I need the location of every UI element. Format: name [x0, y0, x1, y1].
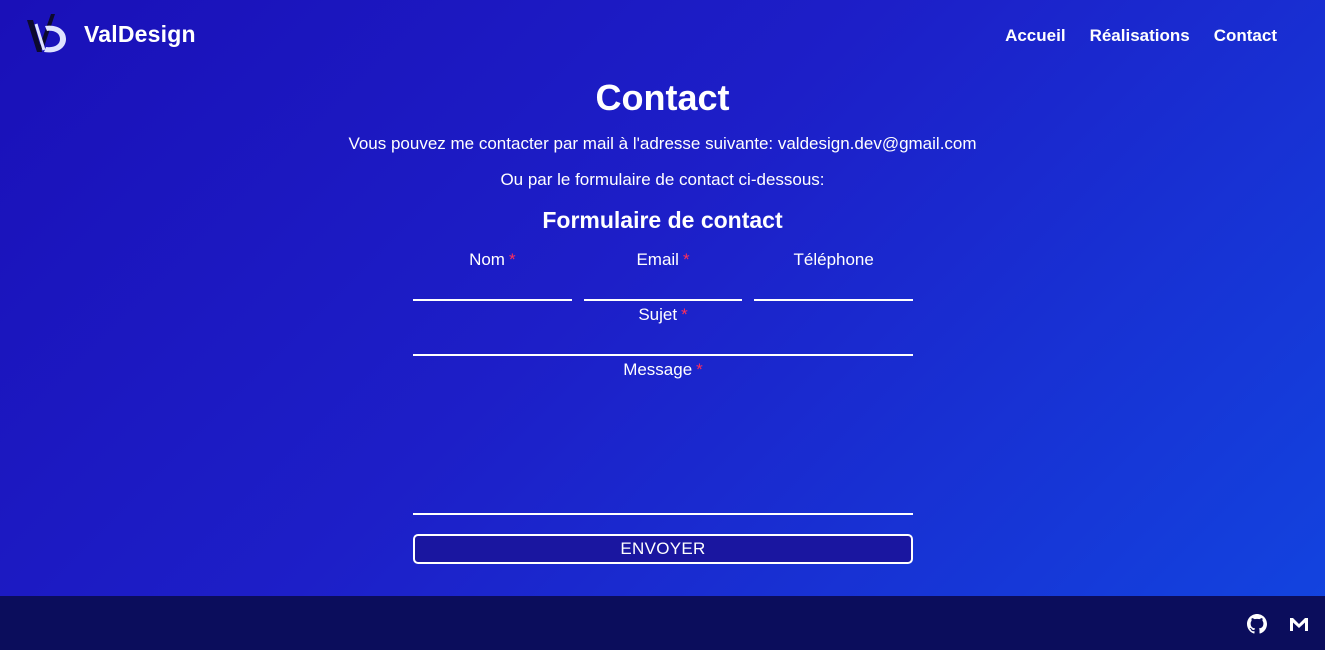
site-header: ValDesign Accueil Réalisations Contact — [0, 0, 1325, 76]
sujet-label: Sujet * — [638, 305, 688, 324]
nav-contact[interactable]: Contact — [1214, 26, 1277, 46]
field-telephone: Téléphone — [754, 248, 914, 301]
main-content: Contact Vous pouvez me contacter par mai… — [0, 76, 1325, 234]
nom-label: Nom * — [469, 250, 516, 269]
required-marker: * — [508, 250, 516, 269]
intro-text: Vous pouvez me contacter par mail à l'ad… — [348, 134, 977, 153]
field-nom: Nom * — [413, 248, 572, 301]
page-title: Contact — [595, 77, 730, 118]
form-row-identity: Nom * Email * Téléphone — [413, 248, 914, 301]
nom-input[interactable] — [413, 272, 572, 301]
required-marker: * — [682, 250, 690, 269]
send-button[interactable]: ENVOYER — [413, 534, 913, 564]
form-title: Formulaire de contact — [542, 207, 783, 233]
nav-accueil[interactable]: Accueil — [1005, 26, 1065, 46]
field-email: Email * — [583, 248, 743, 301]
github-icon[interactable] — [1247, 614, 1267, 634]
intro-text-form: Ou par le formulaire de contact ci-desso… — [500, 170, 825, 189]
main-nav: Accueil Réalisations Contact — [1005, 26, 1277, 46]
required-marker: * — [696, 360, 703, 379]
telephone-label: Téléphone — [793, 250, 874, 269]
email-label: Email * — [636, 250, 690, 269]
message-textarea[interactable] — [413, 382, 913, 515]
nav-realisations[interactable]: Réalisations — [1090, 26, 1190, 46]
field-message: Message * — [413, 358, 913, 515]
social-links — [1247, 614, 1309, 634]
gmail-icon[interactable] — [1289, 614, 1309, 634]
brand[interactable]: ValDesign — [24, 12, 196, 56]
site-footer — [0, 596, 1325, 650]
message-label: Message * — [623, 360, 703, 379]
valdesign-logo-icon[interactable] — [24, 12, 68, 56]
brand-name[interactable]: ValDesign — [84, 21, 196, 48]
field-sujet: Sujet * — [413, 303, 913, 356]
contact-form: Nom * Email * Téléphone Sujet * Message * EN… — [413, 248, 914, 564]
email-input[interactable] — [583, 272, 743, 301]
required-marker: * — [681, 305, 688, 324]
telephone-input[interactable] — [754, 272, 914, 301]
sujet-input[interactable] — [413, 327, 913, 356]
